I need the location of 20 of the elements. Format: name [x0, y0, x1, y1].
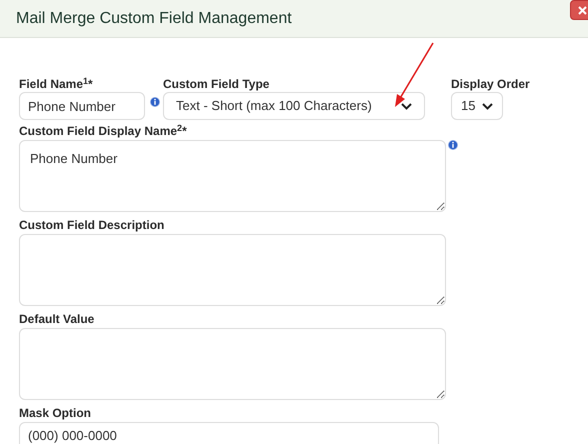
display-order-select[interactable]: 15	[451, 92, 503, 120]
close-icon	[578, 6, 586, 14]
field-label: Custom Field Type	[163, 77, 270, 91]
annotation-arrow	[393, 42, 435, 108]
text-area[interactable]: Phone Number	[19, 140, 446, 212]
chevron-down-icon	[482, 102, 493, 110]
field-label: Custom Field Description	[19, 218, 166, 232]
window-title: Mail Merge Custom Field Management	[16, 8, 292, 28]
field-label: Default Value	[19, 312, 96, 326]
mask-option-input[interactable]: (000) 000-0000	[19, 422, 439, 444]
close-button[interactable]	[570, 0, 588, 20]
field-name-input[interactable]: Phone Number	[19, 92, 145, 120]
field-label: Display Order	[451, 77, 530, 91]
chevron-down-icon	[401, 102, 412, 110]
field-type-select[interactable]: Text - Short (max 100 Characters)	[163, 92, 425, 120]
info-icon[interactable]	[150, 97, 160, 107]
field-label: Field Name$^{1}$*	[19, 77, 94, 91]
field-label: Custom Field Display Name$^{2}$*	[19, 124, 188, 138]
field-label: Mask Option	[19, 406, 92, 420]
info-icon[interactable]	[448, 140, 458, 150]
